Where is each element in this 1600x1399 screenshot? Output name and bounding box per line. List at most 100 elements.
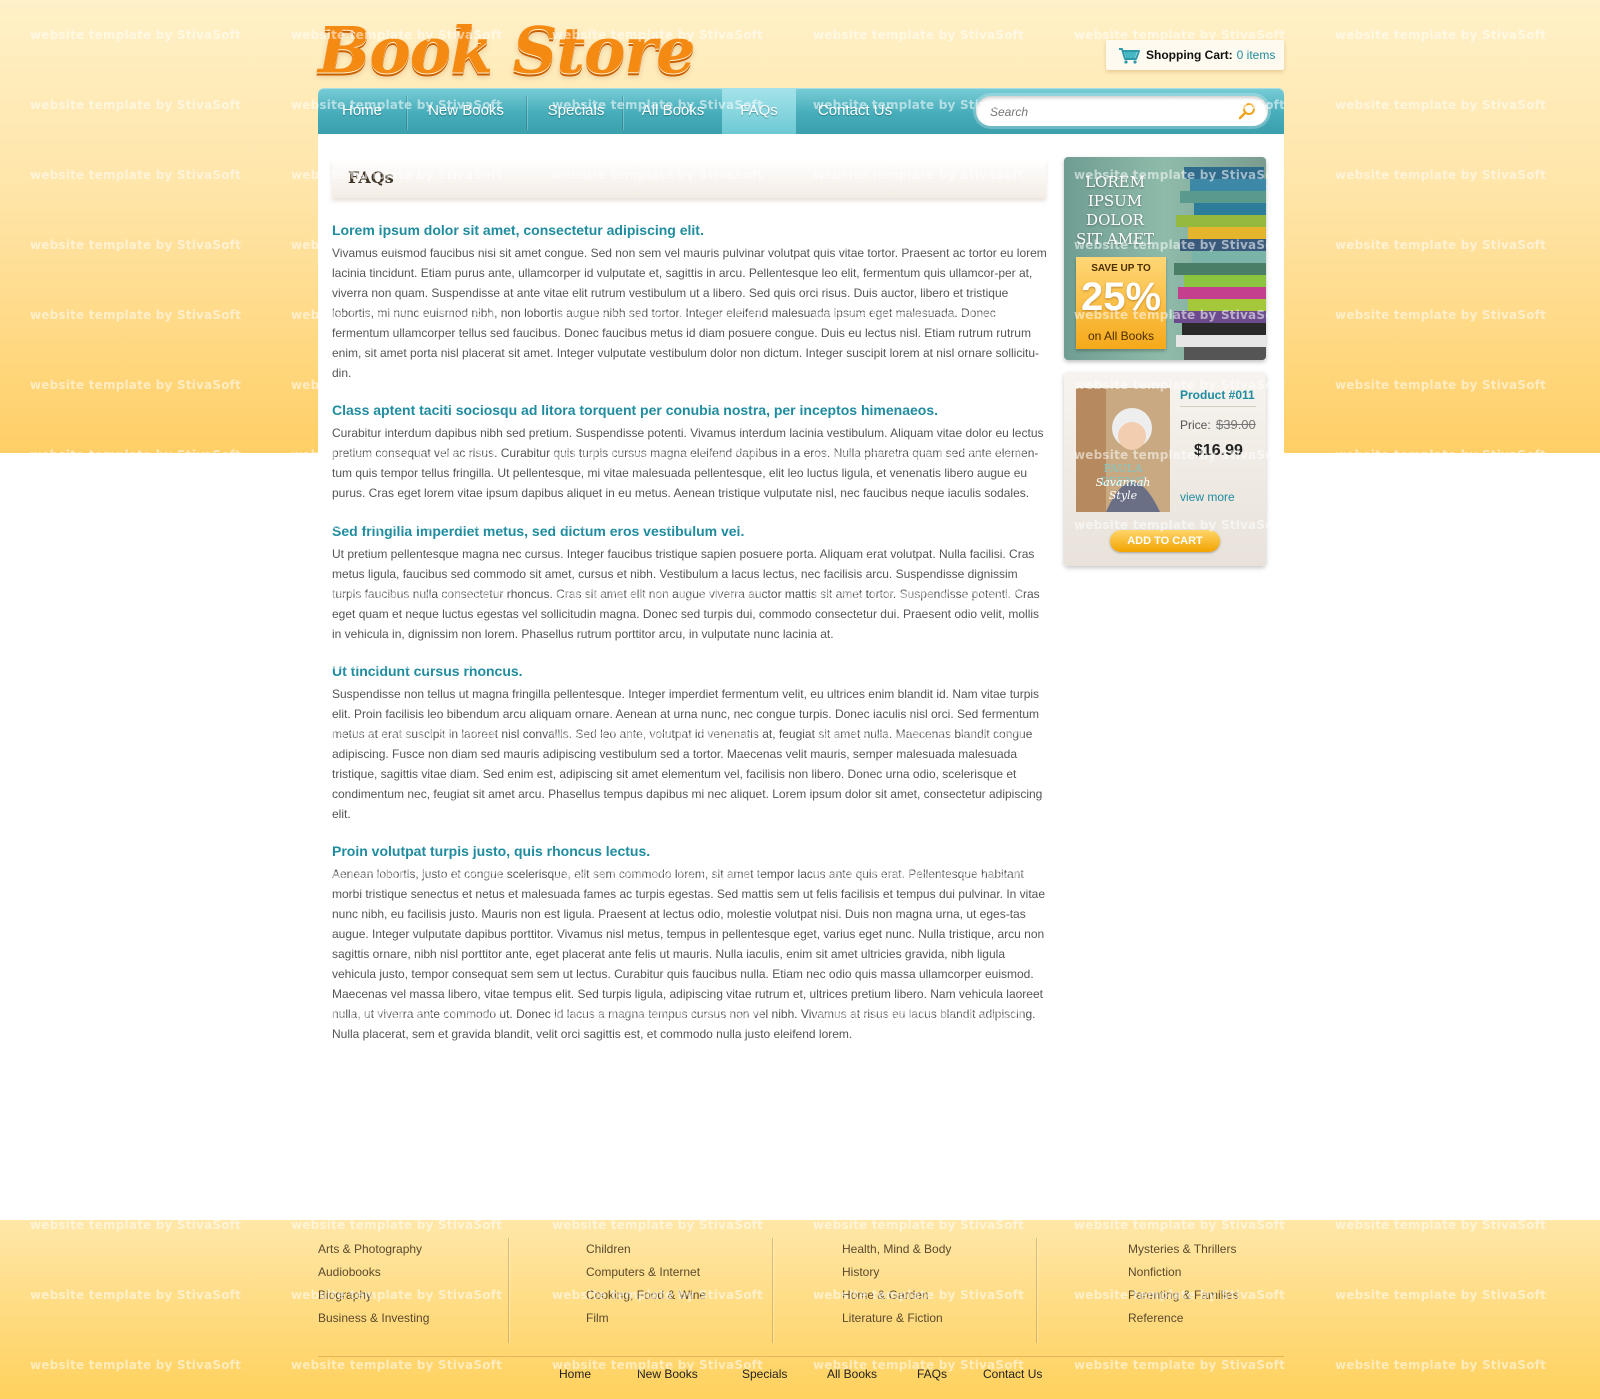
footer-link[interactable]: Computers & Internet	[586, 1261, 706, 1284]
footer-column: Mysteries & Thrillers Nonfiction Parenti…	[1128, 1238, 1239, 1330]
watermark-text: website template by StivaSoft	[30, 658, 242, 672]
footer-link[interactable]: Audiobooks	[318, 1261, 429, 1284]
watermark-text: website template by StivaSoft	[30, 588, 242, 602]
footer-link[interactable]: Nonfiction	[1128, 1261, 1239, 1284]
page-title: FAQs	[348, 168, 394, 187]
page-container: Book Store Shopping Cart: 0 items Home N…	[318, 0, 1284, 1399]
faq-answer: Vivamus euismod faucibus nisi sit amet c…	[332, 246, 1047, 380]
faq-item: Ut tincidunt cursus rhoncus. Suspendisse…	[332, 663, 1048, 824]
watermark-text: website template by StivaSoft	[1335, 728, 1547, 742]
promo-banner[interactable]: LOREM IPSUM DOLOR SIT AMET SAVE UP TO 25…	[1064, 157, 1266, 360]
footer-link[interactable]: Business & Investing	[318, 1307, 429, 1330]
faq-item: Sed fringilla imperdiet metus, sed dictu…	[332, 523, 1048, 644]
watermark-text: website template by StivaSoft	[1335, 1008, 1547, 1022]
footer-divider	[1036, 1238, 1037, 1343]
add-to-cart-button[interactable]: ADD TO CART	[1110, 530, 1220, 552]
footer-link[interactable]: Reference	[1128, 1307, 1239, 1330]
nav-all-books[interactable]: All Books	[626, 88, 720, 134]
nav-faqs[interactable]: FAQs	[722, 88, 796, 134]
product-divider	[1180, 406, 1256, 407]
faq-item: Lorem ipsum dolor sit amet, consectetur …	[332, 222, 1048, 383]
watermark-text: website template by StivaSoft	[30, 1008, 242, 1022]
watermark-text: website template by StivaSoft	[1335, 1148, 1547, 1162]
footer-link[interactable]: History	[842, 1261, 951, 1284]
watermark-text: website template by StivaSoft	[1335, 938, 1547, 952]
cart-icon	[1119, 48, 1140, 64]
view-more-link[interactable]: view more	[1180, 490, 1235, 504]
watermark-text: website template by StivaSoft	[30, 1148, 242, 1162]
footer-nav-new-books[interactable]: New Books	[637, 1367, 698, 1381]
featured-product: PAULA DEEN'S Savannah Style Product #011…	[1064, 372, 1266, 566]
search-input[interactable]	[988, 102, 1232, 122]
search-icon[interactable]	[1238, 102, 1256, 120]
footer-column: Arts & Photography Audiobooks Biography …	[318, 1238, 429, 1330]
footer-nav-all-books[interactable]: All Books	[827, 1367, 877, 1381]
page-heading-bar: FAQs	[332, 160, 1046, 198]
nav-new-books[interactable]: New Books	[410, 88, 522, 134]
main-navigation: Home New Books Specials All Books FAQs C…	[318, 88, 1284, 134]
nav-divider	[406, 96, 407, 130]
save-suffix: on All Books	[1087, 329, 1155, 343]
nav-divider	[622, 96, 623, 130]
nav-divider	[526, 96, 527, 130]
watermark-text: website template by StivaSoft	[30, 1078, 242, 1092]
cart-count-link[interactable]: 0 items	[1237, 48, 1276, 62]
faq-answer: Aenean lobortis, justo et congue sceleri…	[332, 867, 1046, 1041]
cart-label: Shopping Cart:	[1146, 48, 1233, 62]
save-badge: SAVE UP TO 25% on All Books	[1076, 257, 1166, 349]
watermark-text: website template by StivaSoft	[30, 798, 242, 812]
watermark-text: website template by StivaSoft	[30, 728, 242, 742]
product-cover-image[interactable]: PAULA DEEN'S Savannah Style	[1076, 388, 1170, 512]
nav-contact-us[interactable]: Contact Us	[798, 88, 912, 134]
watermark-text: website template by StivaSoft	[1335, 518, 1547, 532]
watermark-text: website template by StivaSoft	[30, 938, 242, 952]
price-label: Price:	[1180, 418, 1211, 432]
watermark-text: website template by StivaSoft	[1335, 1078, 1547, 1092]
watermark-text: website template by StivaSoft	[30, 868, 242, 882]
cover-title: Savannah Style	[1095, 476, 1151, 502]
faq-question: Lorem ipsum dolor sit amet, consectetur …	[332, 222, 704, 238]
footer-link[interactable]: Biography	[318, 1284, 429, 1307]
footer-link[interactable]: Literature & Fiction	[842, 1307, 951, 1330]
footer-column: Health, Mind & Body History Home & Garde…	[842, 1238, 951, 1330]
footer-link[interactable]: Children	[586, 1238, 706, 1261]
footer-divider	[508, 1238, 509, 1343]
footer-link[interactable]: Film	[586, 1307, 706, 1330]
save-line: SAVE UP TO	[1091, 263, 1151, 274]
footer-nav-faqs[interactable]: FAQs	[917, 1367, 947, 1381]
footer-divider	[772, 1238, 773, 1343]
nav-specials[interactable]: Specials	[530, 88, 622, 134]
footer-link[interactable]: Arts & Photography	[318, 1238, 429, 1261]
footer-nav-specials[interactable]: Specials	[742, 1367, 787, 1381]
watermark-text: website template by StivaSoft	[30, 518, 242, 532]
faq-answer: Curabitur interdum dapibus nibh sed pret…	[332, 426, 1044, 500]
watermark-text: website template by StivaSoft	[1335, 798, 1547, 812]
footer-link[interactable]: Cooking, Food & Wine	[586, 1284, 706, 1307]
faq-question: Ut tincidunt cursus rhoncus.	[332, 663, 523, 679]
footer-link[interactable]: Parenting & Families	[1128, 1284, 1239, 1307]
footer-link[interactable]: Mysteries & Thrillers	[1128, 1238, 1239, 1261]
shopping-cart-widget[interactable]: Shopping Cart: 0 items	[1106, 40, 1284, 70]
faq-item: Proin volutpat turpis justo, quis rhoncu…	[332, 843, 1048, 1044]
footer-divider-line	[318, 1356, 1284, 1357]
search-box	[976, 96, 1268, 126]
footer-nav-home[interactable]: Home	[559, 1367, 591, 1381]
site-logo[interactable]: Book Store	[318, 13, 696, 87]
footer-link[interactable]: Health, Mind & Body	[842, 1238, 951, 1261]
save-value: 25%	[1080, 275, 1162, 319]
faq-question: Proin volutpat turpis justo, quis rhoncu…	[332, 843, 651, 859]
footer-nav-contact-us[interactable]: Contact Us	[983, 1367, 1042, 1381]
current-price: $16.99	[1194, 442, 1243, 459]
books-stack-image	[1174, 167, 1266, 360]
faq-item: Class aptent taciti sociosqu ad litora t…	[332, 402, 1048, 503]
footer-link[interactable]: Home & Garden	[842, 1284, 951, 1307]
product-title-link[interactable]: Product #011	[1180, 388, 1255, 402]
faq-answer: Ut pretium pellentesque magna nec cursus…	[332, 547, 1040, 641]
watermark-text: website template by StivaSoft	[1335, 588, 1547, 602]
nav-home[interactable]: Home	[324, 88, 400, 134]
footer-column: Children Computers & Internet Cooking, F…	[586, 1238, 706, 1330]
old-price: $39.00	[1216, 417, 1256, 432]
watermark-text: website template by StivaSoft	[1335, 868, 1547, 882]
faq-answer: Suspendisse non tellus ut magna fringill…	[332, 687, 1043, 821]
watermark-text: website template by StivaSoft	[1335, 658, 1547, 672]
